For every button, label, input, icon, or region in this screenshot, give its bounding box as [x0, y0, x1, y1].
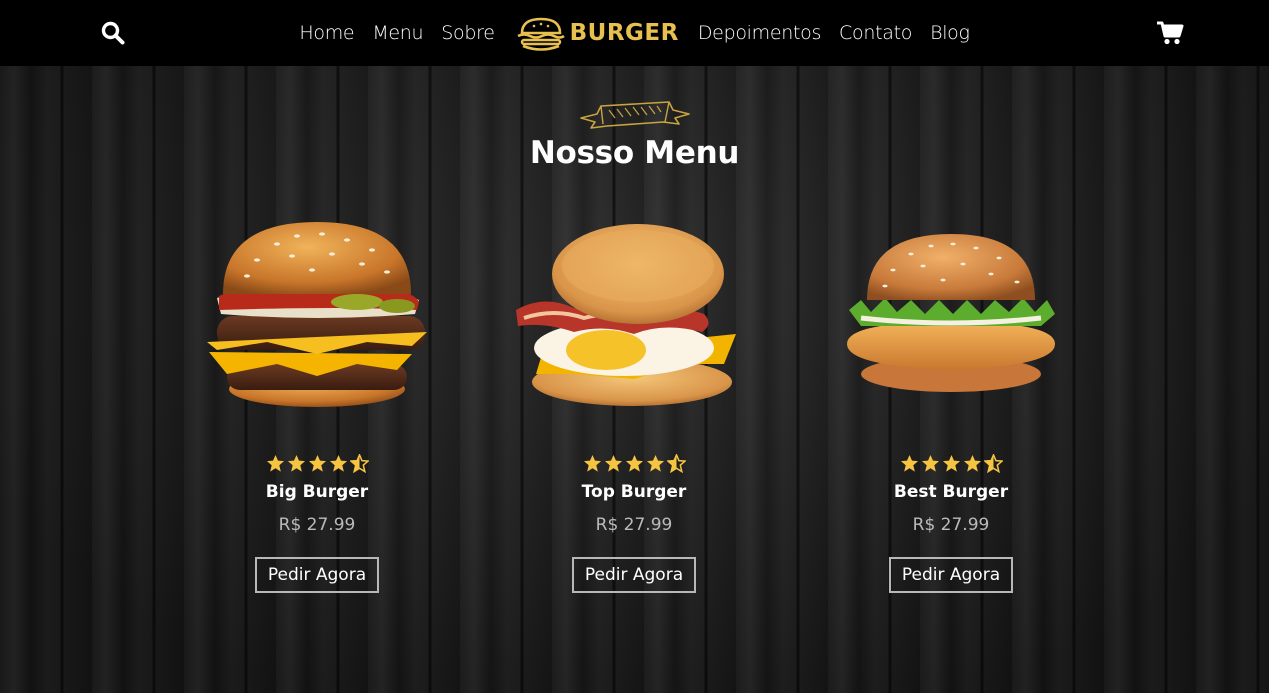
ribbon-icon: [579, 101, 690, 129]
cart-icon[interactable]: [1156, 20, 1184, 46]
star-icon: [963, 454, 981, 472]
star-icon: [646, 454, 664, 472]
top-burger-image: [516, 224, 736, 406]
nav-link-contato[interactable]: Contato: [839, 22, 912, 44]
product-card-best-burger: Best Burger R$ 27.99 Pedir Agora: [831, 214, 1071, 614]
star-half-icon: [666, 454, 686, 473]
rating-stars: [197, 454, 437, 476]
nav-link-home[interactable]: Home: [299, 22, 354, 44]
star-icon: [266, 454, 284, 472]
product-card-top-burger: Top Burger R$ 27.99 Pedir Agora: [514, 214, 754, 614]
burger-logo-icon: [517, 17, 565, 51]
star-icon: [329, 454, 347, 472]
product-name: Best Burger: [893, 482, 1009, 502]
nav-link-blog[interactable]: Blog: [930, 22, 970, 44]
product-price: R$ 27.99: [595, 515, 673, 535]
star-half-icon: [349, 454, 369, 473]
top-navbar: Home Menu Sobre BURGER Depoimentos Conta…: [0, 0, 1269, 66]
product-price: R$ 27.99: [912, 515, 990, 535]
star-icon: [942, 454, 960, 472]
rating-stars: [831, 454, 1071, 476]
star-half-icon: [983, 454, 1003, 473]
order-button[interactable]: Pedir Agora: [571, 557, 697, 593]
big-burger-image: [207, 222, 427, 407]
main-nav: Home Menu Sobre BURGER Depoimentos Conta…: [0, 0, 1269, 66]
order-button[interactable]: Pedir Agora: [888, 557, 1014, 593]
nav-link-menu[interactable]: Menu: [372, 22, 423, 44]
star-icon: [921, 454, 939, 472]
product-card-big-burger: Big Burger R$ 27.99 Pedir Agora: [197, 214, 437, 614]
star-icon: [625, 454, 643, 472]
star-icon: [287, 454, 305, 472]
star-icon: [308, 454, 326, 472]
rating-stars: [514, 454, 754, 476]
product-name: Top Burger: [581, 482, 687, 502]
product-name: Big Burger: [265, 482, 369, 502]
product-price: R$ 27.99: [278, 515, 356, 535]
star-icon: [900, 454, 918, 472]
nav-link-sobre[interactable]: Sobre: [441, 22, 495, 44]
section-title: Nosso Menu: [529, 135, 740, 171]
nav-link-depoimentos[interactable]: Depoimentos: [698, 22, 822, 44]
brand-logo[interactable]: BURGER: [514, 13, 679, 53]
logo-text: BURGER: [569, 20, 679, 46]
best-burger-image: [847, 234, 1055, 392]
star-icon: [604, 454, 622, 472]
star-icon: [583, 454, 601, 472]
order-button[interactable]: Pedir Agora: [254, 557, 380, 593]
menu-section-header: Nosso Menu: [0, 96, 1269, 171]
